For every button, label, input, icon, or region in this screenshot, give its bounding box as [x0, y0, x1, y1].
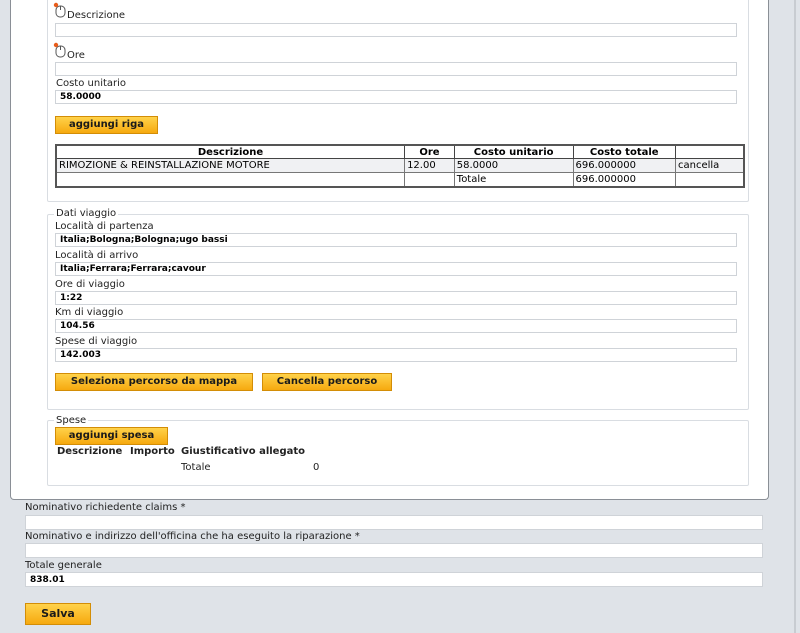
- cell-descrizione: RIMOZIONE & REINSTALLAZIONE MOTORE: [55, 158, 406, 173]
- col-descrizione: Descrizione: [57, 446, 123, 457]
- items-table: Descrizione Ore Costo unitario Costo tot…: [55, 144, 745, 188]
- arrivo-label: Località di arrivo: [55, 250, 139, 261]
- main-panel: Descrizione Ore Costo unitario 58.0000 a…: [10, 0, 769, 500]
- spese-viaggio-label: Spese di viaggio: [55, 336, 138, 347]
- table-row: RIMOZIONE & REINSTALLAZIONE MOTORE 12.00…: [55, 158, 745, 173]
- officina-input[interactable]: [25, 543, 763, 558]
- spese-fieldset: Spese aggiungi spesa Descrizione Importo…: [47, 415, 749, 486]
- spese-viaggio-input[interactable]: 142.003: [55, 348, 737, 362]
- cell-ore: 12.00: [404, 158, 455, 173]
- km-viaggio-input[interactable]: 104.56: [55, 319, 737, 333]
- km-viaggio-label: Km di viaggio: [55, 307, 124, 318]
- totale-value: 696.000000: [572, 172, 676, 188]
- ore-viaggio-input[interactable]: 1:22: [55, 291, 737, 305]
- header-ore: Ore: [404, 144, 455, 159]
- cancella-percorso-button[interactable]: Cancella percorso: [262, 373, 392, 391]
- header-descrizione: Descrizione: [55, 144, 406, 159]
- header-costo-totale: Costo totale: [572, 144, 676, 159]
- ore-input[interactable]: [55, 62, 737, 76]
- header-costo-unitario: Costo unitario: [453, 144, 574, 159]
- richiedente-input[interactable]: [25, 515, 763, 530]
- right-scroll-rail: [788, 0, 800, 633]
- col-importo: Importo: [130, 446, 175, 457]
- aggiungi-riga-button[interactable]: aggiungi riga: [55, 116, 158, 134]
- totale-label: Totale: [453, 172, 574, 188]
- left-margin: [0, 0, 10, 633]
- viaggio-fieldset: Dati viaggio Località di partenza Italia…: [47, 208, 749, 410]
- header-actions: [674, 144, 745, 159]
- seleziona-percorso-button[interactable]: Seleziona percorso da mappa: [55, 373, 253, 391]
- spese-legend: Spese: [54, 415, 89, 426]
- costo-unitario-label: Costo unitario: [56, 78, 127, 89]
- partenza-input[interactable]: Italia;Bologna;Bologna;ugo bassi: [55, 233, 737, 247]
- totale-generale-label: Totale generale: [25, 560, 102, 571]
- partenza-label: Località di partenza: [55, 221, 154, 232]
- mouse-icon: [53, 2, 66, 18]
- items-table-header: Descrizione Ore Costo unitario Costo tot…: [55, 144, 745, 159]
- item-fieldset: Descrizione Ore Costo unitario 58.0000 a…: [47, 0, 749, 202]
- totale-generale-input[interactable]: 838.01: [25, 572, 763, 587]
- cell-costo-totale: 696.000000: [572, 158, 676, 173]
- ore-viaggio-label: Ore di viaggio: [55, 279, 125, 290]
- viaggio-legend: Dati viaggio: [54, 208, 119, 219]
- col-giustificativo: Giustificativo allegato: [181, 446, 306, 457]
- costo-unitario-input[interactable]: 58.0000: [55, 90, 737, 104]
- descrizione-label: Descrizione: [67, 10, 126, 21]
- aggiungi-spesa-button[interactable]: aggiungi spesa: [55, 427, 168, 445]
- mouse-icon: [53, 42, 66, 58]
- table-total-row: Totale 696.000000: [56, 172, 745, 188]
- richiedente-label: Nominativo richiedente claims *: [25, 502, 186, 513]
- salva-button[interactable]: Salva: [25, 603, 91, 625]
- descrizione-input[interactable]: [55, 23, 737, 37]
- spese-totale-value: 0: [313, 462, 320, 473]
- cancella-link[interactable]: cancella: [674, 158, 745, 173]
- officina-label: Nominativo e indirizzo dell'officina che…: [25, 531, 360, 542]
- arrivo-input[interactable]: Italia;Ferrara;Ferrara;cavour: [55, 262, 737, 276]
- cell-costo-unitario: 58.0000: [453, 158, 574, 173]
- spese-totale-label: Totale: [181, 462, 211, 473]
- ore-label: Ore: [67, 50, 85, 61]
